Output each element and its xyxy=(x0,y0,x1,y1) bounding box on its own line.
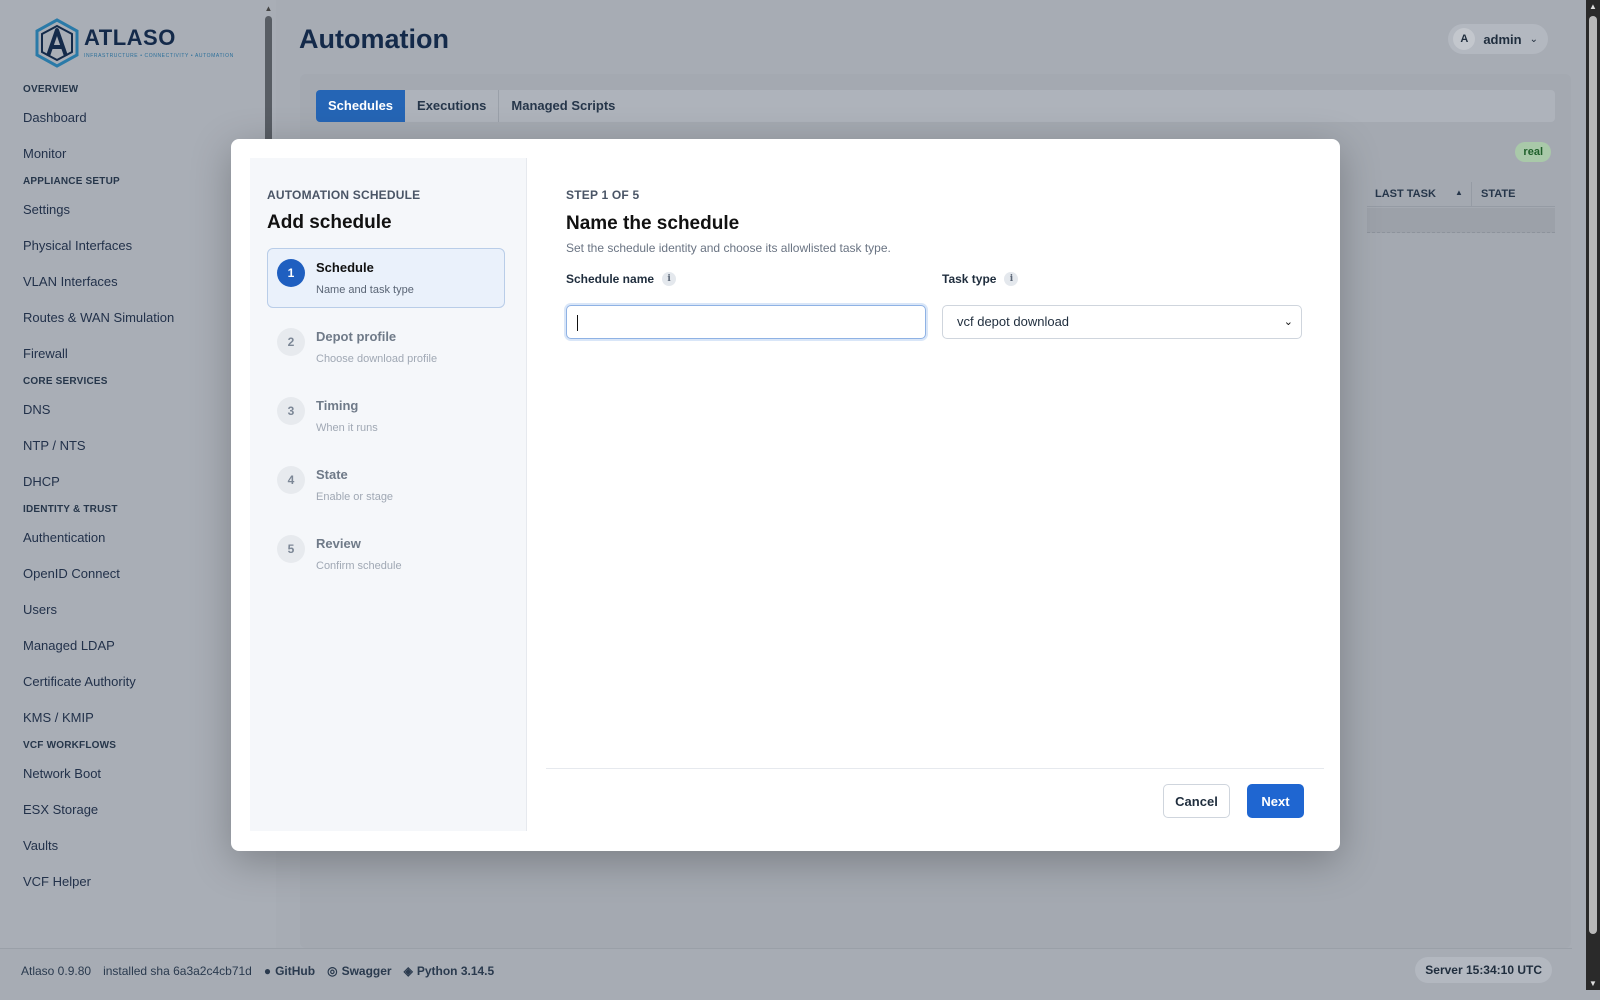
step-title: Name the schedule xyxy=(566,213,740,234)
wizard-steps: 1 Schedule Name and task type 2 Depot profil… xyxy=(267,248,505,593)
github-link[interactable]: ● GitHub xyxy=(264,964,315,978)
status-badge: real xyxy=(1515,142,1551,162)
python-label: Python 3.14.5 xyxy=(416,964,495,978)
step-description: Set the schedule identity and choose its… xyxy=(566,241,891,255)
info-icon[interactable]: i xyxy=(662,272,677,286)
text-cursor xyxy=(577,315,578,331)
wizard-step-schedule[interactable]: 1 Schedule Name and task type xyxy=(267,248,505,308)
step-title: Timing xyxy=(316,398,359,413)
page-scrollbar[interactable]: ▲ ▼ xyxy=(1586,0,1600,990)
task-type-value: vcf depot download xyxy=(957,314,1070,329)
wizard-steps-panel: AUTOMATION SCHEDULE Add schedule 1 Schedu… xyxy=(250,158,527,831)
chevron-down-icon: ⌄ xyxy=(1283,316,1293,328)
logo-tagline: INFRASTRUCTURE • CONNECTIVITY • AUTOMATI… xyxy=(84,53,234,59)
schedule-name-field: Schedule name i xyxy=(566,272,926,339)
column-header-state[interactable]: STATE xyxy=(1481,188,1515,200)
swagger-label: Swagger xyxy=(341,964,392,978)
tab-bar: Schedules Executions Managed Scripts xyxy=(316,90,1555,122)
wizard-content: STEP 1 OF 5 Name the schedule Set the sc… xyxy=(546,158,1324,831)
step-number: 4 xyxy=(277,466,305,494)
schedule-name-label: Schedule name i xyxy=(566,272,926,286)
wizard-step-timing[interactable]: 3 Timing When it runs xyxy=(267,386,505,446)
step-subtitle: Enable or stage xyxy=(316,491,394,503)
next-button[interactable]: Next xyxy=(1247,784,1304,818)
info-icon[interactable]: i xyxy=(1004,272,1019,286)
nav-section-overview: OVERVIEW xyxy=(23,84,79,95)
step-subtitle: When it runs xyxy=(316,422,378,434)
column-header-last-task[interactable]: LAST TASK xyxy=(1375,188,1436,200)
step-title: State xyxy=(316,467,348,482)
task-type-label: Task type i xyxy=(942,272,1302,286)
swagger-link[interactable]: ◎ Swagger xyxy=(327,964,392,978)
step-subtitle: Choose download profile xyxy=(316,353,438,365)
wizard-step-review[interactable]: 5 Review Confirm schedule xyxy=(267,524,505,584)
table-row[interactable] xyxy=(1367,208,1555,233)
sha-text: installed sha 6a3a2c4cb71d xyxy=(103,964,252,978)
step-counter: STEP 1 OF 5 xyxy=(566,188,640,202)
version-text: Atlaso 0.9.80 xyxy=(21,964,92,978)
step-title: Schedule xyxy=(316,260,374,275)
github-icon: ● xyxy=(263,964,272,978)
scroll-up-icon[interactable]: ▲ xyxy=(264,4,273,13)
task-type-field: Task type i vcf depot download ⌄ xyxy=(942,272,1302,339)
schedule-name-label-text: Schedule name xyxy=(566,272,655,286)
python-version: ◈ Python 3.14.5 xyxy=(404,964,495,978)
step-number: 1 xyxy=(277,259,305,287)
sort-asc-icon[interactable]: ▲ xyxy=(1455,188,1463,197)
sidebar-item-vcf-helper[interactable]: VCF Helper xyxy=(23,864,276,900)
github-label: GitHub xyxy=(275,964,316,978)
sidebar-scroll-thumb[interactable] xyxy=(265,16,272,146)
avatar: A xyxy=(1453,28,1476,50)
tab-executions[interactable]: Executions xyxy=(405,90,500,122)
logo-name: ATLASO xyxy=(84,25,176,50)
wizard-step-state[interactable]: 4 State Enable or stage xyxy=(267,455,505,515)
tab-schedules[interactable]: Schedules xyxy=(316,90,406,122)
scroll-up-icon[interactable]: ▲ xyxy=(1586,2,1600,11)
footer: Atlaso 0.9.80 installed sha 6a3a2c4cb71d… xyxy=(0,948,1572,993)
sidebar-item-dashboard[interactable]: Dashboard xyxy=(23,100,276,136)
atlaso-logo-icon xyxy=(35,18,79,68)
task-type-select[interactable]: vcf depot download ⌄ xyxy=(942,305,1302,339)
dialog-title: Add schedule xyxy=(267,212,392,233)
chevron-down-icon: ⌄ xyxy=(1529,33,1538,45)
user-menu-button[interactable]: A admin ⌄ xyxy=(1448,24,1548,54)
schedule-name-input[interactable] xyxy=(566,305,926,339)
add-schedule-dialog: AUTOMATION SCHEDULE Add schedule 1 Schedu… xyxy=(231,139,1340,851)
wizard-step-depot-profile[interactable]: 2 Depot profile Choose download profile xyxy=(267,317,505,377)
user-name: admin xyxy=(1483,31,1522,47)
task-type-label-text: Task type xyxy=(942,272,997,286)
page-scroll-thumb[interactable] xyxy=(1589,16,1597,934)
logo[interactable]: ATLASO INFRASTRUCTURE • CONNECTIVITY • A… xyxy=(34,18,234,68)
dialog-eyebrow: AUTOMATION SCHEDULE xyxy=(267,188,421,202)
server-time: Server 15:34:10 UTC xyxy=(1415,957,1552,983)
step-number: 2 xyxy=(277,328,305,356)
table-header: LAST TASK ▲ STATE xyxy=(1367,182,1555,207)
cancel-button[interactable]: Cancel xyxy=(1163,784,1230,818)
swagger-icon: ◎ xyxy=(327,964,338,978)
scroll-down-icon[interactable]: ▼ xyxy=(1586,979,1600,988)
step-subtitle: Name and task type xyxy=(316,284,414,296)
step-number: 5 xyxy=(277,535,305,563)
step-subtitle: Confirm schedule xyxy=(316,560,402,572)
step-number: 3 xyxy=(277,397,305,425)
python-icon: ◈ xyxy=(403,964,413,978)
page-title: Automation xyxy=(299,24,449,54)
step-title: Depot profile xyxy=(316,329,397,344)
footer-divider xyxy=(546,768,1324,769)
tab-managed-scripts[interactable]: Managed Scripts xyxy=(499,90,627,122)
step-title: Review xyxy=(316,536,361,551)
column-divider xyxy=(1471,182,1472,206)
